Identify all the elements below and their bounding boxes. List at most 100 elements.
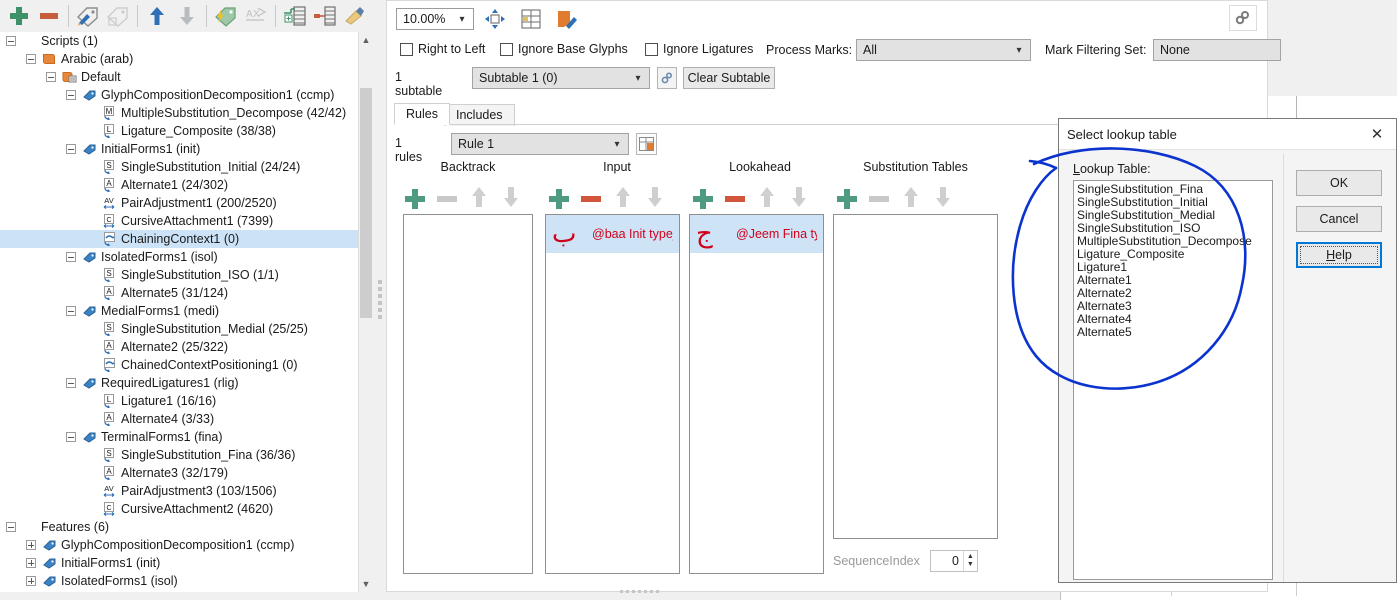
tree-collapse-icon[interactable]: [46, 72, 56, 82]
edit-rule-icon[interactable]: [636, 133, 657, 155]
tree-row[interactable]: Features (6): [0, 518, 358, 536]
lookup-table-list-item[interactable]: Alternate5: [1074, 326, 1272, 339]
move-up-icon[interactable]: [142, 2, 172, 30]
process-marks-combo[interactable]: All ▾: [856, 39, 1031, 61]
tree-collapse-icon[interactable]: [66, 378, 76, 388]
tree-expand-icon[interactable]: [26, 558, 36, 568]
tree-row[interactable]: GlyphCompositionDecomposition1 (ccmp): [0, 536, 358, 554]
remove-icon[interactable]: [34, 2, 64, 30]
lookahead-list[interactable]: ج @Jeem Fina type_: [689, 214, 824, 574]
tree-collapse-icon[interactable]: [26, 54, 36, 64]
tree-row[interactable]: Default: [0, 68, 358, 86]
tree-scrollbar-thumb[interactable]: [360, 88, 372, 318]
tree-row[interactable]: L Ligature1 (16/16): [0, 392, 358, 410]
tree-row[interactable]: InitialForms1 (init): [0, 140, 358, 158]
add-icon[interactable]: [837, 188, 857, 209]
add-icon[interactable]: [693, 188, 713, 209]
scroll-up-icon[interactable]: ▲: [359, 32, 373, 48]
lookup-table-list[interactable]: SingleSubstitution_Fina SingleSubstitutio…: [1073, 180, 1273, 580]
tree-row[interactable]: S SingleSubstitution_Initial (24/24): [0, 158, 358, 176]
chevron-down-icon[interactable]: ▾: [627, 73, 649, 84]
checkbox-box[interactable]: [500, 42, 513, 56]
list-item[interactable]: ب @baa Init type_01: [546, 215, 679, 253]
edit-tag-icon[interactable]: [73, 2, 103, 30]
close-icon[interactable]: ✕: [1364, 124, 1390, 144]
add-icon[interactable]: [405, 188, 425, 209]
tree-scrollbar[interactable]: ▲ ▼: [358, 32, 372, 592]
ok-button[interactable]: OK: [1296, 170, 1382, 196]
fit-to-window-icon[interactable]: [480, 5, 510, 33]
tree-expand-icon[interactable]: [26, 540, 36, 550]
tree-collapse-icon[interactable]: [66, 432, 76, 442]
tree-row[interactable]: Arabic (arab): [0, 50, 358, 68]
backtrack-list[interactable]: [403, 214, 533, 574]
pane-splitter[interactable]: [374, 278, 386, 320]
tree-row[interactable]: GlyphCompositionDecomposition1 (ccmp): [0, 86, 358, 104]
input-list[interactable]: ب @baa Init type_01: [545, 214, 680, 574]
tab-rules[interactable]: Rules: [394, 103, 450, 125]
copy-tag-icon[interactable]: [103, 2, 133, 30]
list-item[interactable]: ج @Jeem Fina type_: [690, 215, 823, 253]
edit-glyph-icon[interactable]: [552, 5, 582, 33]
tree-row[interactable]: A Alternate3 (32/179): [0, 464, 358, 482]
ignore-base-glyphs-checkbox[interactable]: Ignore Base Glyphs: [500, 42, 628, 56]
tree-row[interactable]: S SingleSubstitution_ISO (1/1): [0, 266, 358, 284]
checkbox-box[interactable]: [645, 42, 658, 56]
tree-row[interactable]: MedialForms1 (medi): [0, 302, 358, 320]
tree-row[interactable]: S SingleSubstitution_Fina (36/36): [0, 446, 358, 464]
tab-includes[interactable]: Includes: [444, 104, 515, 126]
tree-collapse-icon[interactable]: [66, 306, 76, 316]
add-icon[interactable]: [549, 188, 569, 209]
tree-row[interactable]: S SingleSubstitution_Medial (25/25): [0, 320, 358, 338]
stepper-arrows[interactable]: ▲ ▼: [962, 551, 977, 571]
tree-row[interactable]: InitialForms1 (init): [0, 554, 358, 572]
zoom-combo[interactable]: 10.00% ▾: [396, 8, 474, 30]
add-icon[interactable]: [4, 2, 34, 30]
tree-row[interactable]: AV PairAdjustment3 (103/1506): [0, 482, 358, 500]
tree-collapse-icon[interactable]: [66, 90, 76, 100]
substitution-tables-list[interactable]: [833, 214, 998, 539]
tree-collapse-icon[interactable]: [6, 522, 16, 532]
ignore-ligatures-checkbox[interactable]: Ignore Ligatures: [645, 42, 753, 56]
lookup-tree[interactable]: Scripts (1) Arabic (arab) Default GlyphComp…: [0, 32, 358, 592]
tree-collapse-icon[interactable]: [66, 252, 76, 262]
chevron-down-icon[interactable]: ▾: [606, 139, 628, 150]
settings-gear-icon[interactable]: [1229, 5, 1257, 31]
chevron-down-icon[interactable]: ▼: [967, 561, 974, 569]
tree-row[interactable]: A Alternate4 (3/33): [0, 410, 358, 428]
mark-filtering-set-field[interactable]: None: [1153, 39, 1281, 61]
sort-icon[interactable]: AX: [241, 2, 271, 30]
tree-expand-icon[interactable]: [26, 576, 36, 586]
tree-row[interactable]: IsolatedForms1 (isol): [0, 248, 358, 266]
tree-row[interactable]: A Alternate1 (24/302): [0, 176, 358, 194]
collapse-all-icon[interactable]: [310, 2, 340, 30]
subtable-settings-icon[interactable]: [657, 67, 677, 89]
tree-row[interactable]: A Alternate5 (31/124): [0, 284, 358, 302]
rule-combo[interactable]: Rule 1 ▾: [451, 133, 629, 155]
tree-row[interactable]: Scripts (1): [0, 32, 358, 50]
chevron-up-icon[interactable]: ▲: [967, 553, 974, 561]
help-button[interactable]: Help: [1296, 242, 1382, 268]
tree-row[interactable]: TerminalForms1 (fina): [0, 428, 358, 446]
tree-row[interactable]: IsolatedForms1 (isol): [0, 572, 358, 590]
tree-row[interactable]: RequiredLigatures1 (rlig): [0, 374, 358, 392]
subtable-combo[interactable]: Subtable 1 (0) ▾: [472, 67, 650, 89]
tree-row[interactable]: C CursiveAttachment1 (7399): [0, 212, 358, 230]
quick-tag-icon[interactable]: [211, 2, 241, 30]
scroll-down-icon[interactable]: ▼: [359, 576, 373, 592]
clear-subtable-button[interactable]: Clear Subtable: [683, 67, 775, 89]
cancel-button[interactable]: Cancel: [1296, 206, 1382, 232]
tree-collapse-icon[interactable]: [66, 144, 76, 154]
tree-collapse-icon[interactable]: [6, 36, 16, 46]
sequence-index-stepper[interactable]: 0 ▲ ▼: [929, 550, 978, 572]
chevron-down-icon[interactable]: ▾: [451, 14, 473, 25]
glyph-grid-icon[interactable]: [516, 5, 546, 33]
move-down-icon[interactable]: [172, 2, 202, 30]
tree-row[interactable]: M MultipleSubstitution_Decompose (42/42): [0, 104, 358, 122]
tree-row[interactable]: AV PairAdjustment1 (200/2520): [0, 194, 358, 212]
tree-row[interactable]: ChainingContext1 (0): [0, 230, 358, 248]
remove-icon[interactable]: [581, 189, 601, 209]
chevron-down-icon[interactable]: ▾: [1008, 45, 1030, 56]
remove-icon[interactable]: [725, 189, 745, 209]
resize-grip[interactable]: [620, 590, 659, 593]
